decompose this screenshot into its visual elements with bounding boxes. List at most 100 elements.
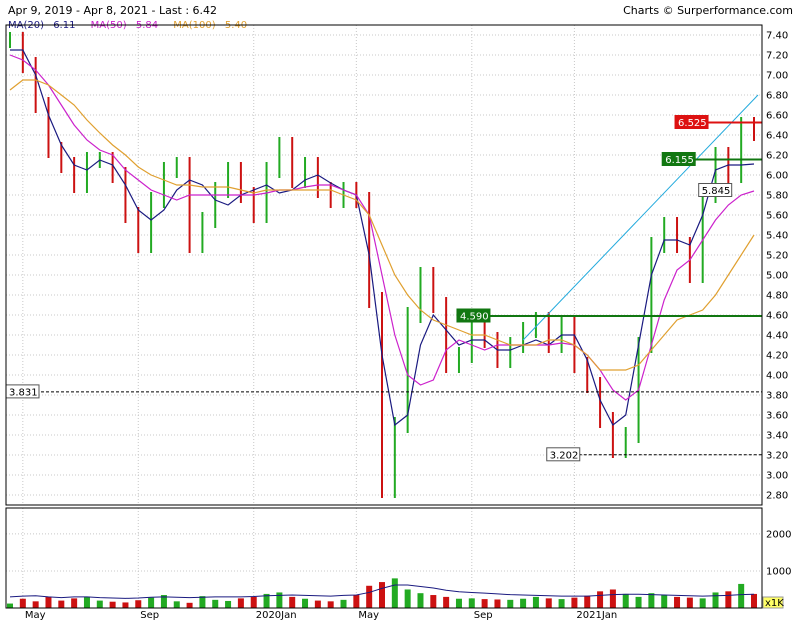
volume-bar <box>686 597 693 608</box>
volume-bar <box>327 601 334 608</box>
price-tick-label: 3.40 <box>766 431 788 442</box>
time-tick-label: May <box>25 610 46 621</box>
volume-bar <box>584 595 591 608</box>
volume-bar <box>751 593 757 608</box>
volume-bar <box>609 589 616 608</box>
price-series <box>9 32 759 498</box>
price-tick-label: 3.00 <box>766 471 788 482</box>
volume-bar <box>289 596 296 608</box>
volume-bar <box>558 599 565 608</box>
volume-bar <box>712 592 719 608</box>
volume-bar <box>366 585 373 608</box>
volume-bar <box>455 598 462 608</box>
volume-bar <box>7 603 13 608</box>
time-tick-label: 2020Jan <box>256 610 297 621</box>
volume-bar <box>379 582 385 608</box>
volume-bar <box>674 596 681 608</box>
volume-bar <box>186 602 193 608</box>
volume-bar <box>71 598 78 608</box>
volume-bar <box>545 598 552 608</box>
level-label: 5.845 <box>702 186 731 197</box>
volume-bar <box>32 601 39 608</box>
volume-bar <box>597 591 604 608</box>
volume-bar <box>738 583 745 608</box>
price-tick-label: 3.60 <box>766 411 788 422</box>
volume-bars <box>7 578 757 608</box>
price-panel-frame <box>5 24 763 506</box>
volume-tick-label: 1000 <box>766 566 791 577</box>
price-tick-label: 4.00 <box>766 371 788 382</box>
volume-bar <box>276 592 283 608</box>
volume-bar <box>494 599 501 608</box>
price-tick-label: 5.40 <box>766 231 788 242</box>
level-label: 3.202 <box>550 450 579 461</box>
price-tick-label: 5.00 <box>766 271 788 282</box>
volume-bar <box>148 597 155 608</box>
volume-bar <box>173 601 180 608</box>
volume-bar <box>532 596 539 608</box>
time-tick-label: Sep <box>140 610 159 621</box>
stock-chart: 6.5256.1555.8454.5903.8313.202 7.407.207… <box>5 24 791 621</box>
time-tick-label: May <box>358 610 379 621</box>
volume-bar <box>661 595 668 608</box>
volume-bar <box>648 593 655 608</box>
volume-bar <box>520 598 527 608</box>
volume-unit-label: x1K <box>765 598 784 609</box>
axes: 7.40 7.20 7.00 6.80 6.60 6.40 6.20 6.00 5.80 5.60… <box>5 24 791 621</box>
price-tick-label: 4.40 <box>766 331 788 342</box>
volume-bar <box>96 600 103 608</box>
price-tick-label: 2.80 <box>766 491 788 502</box>
price-tick-label: 5.80 <box>766 191 788 202</box>
volume-bar <box>699 598 706 608</box>
volume-bar <box>58 600 65 608</box>
price-tick-label: 6.80 <box>766 91 788 102</box>
level-label: 4.590 <box>460 312 489 323</box>
volume-bar <box>135 600 142 608</box>
time-tick-label: 2021Jan <box>576 610 617 621</box>
volume-bar <box>443 596 450 608</box>
price-tick-label: 6.40 <box>766 131 788 142</box>
price-tick-label: 4.80 <box>766 291 788 302</box>
volume-bar <box>725 591 732 608</box>
volume-bar <box>19 598 26 608</box>
volume-bar <box>45 596 52 608</box>
price-tick-label: 7.00 <box>766 71 788 82</box>
volume-bar <box>237 598 244 608</box>
volume-bar <box>212 599 219 608</box>
volume-tick-label: 2000 <box>766 529 791 540</box>
volume-bar <box>225 600 232 608</box>
price-tick-label: 3.20 <box>766 451 788 462</box>
volume-bar <box>83 596 90 608</box>
volume-bar <box>468 598 475 608</box>
volume-bar <box>122 602 129 608</box>
volume-bar <box>109 601 116 608</box>
volume-bar <box>391 578 398 608</box>
volume-bar <box>340 599 347 608</box>
price-tick-label: 4.20 <box>766 351 788 362</box>
price-tick-label: 7.40 <box>766 31 788 42</box>
price-tick-label: 6.60 <box>766 111 788 122</box>
level-label: 6.155 <box>665 155 694 166</box>
volume-bar <box>199 596 206 608</box>
volume-bar <box>430 595 437 608</box>
level-label: 6.525 <box>678 118 707 129</box>
volume-bar <box>622 593 629 608</box>
price-tick-label: 7.20 <box>766 51 788 62</box>
price-tick-label: 6.00 <box>766 171 788 182</box>
volume-bar <box>250 596 257 608</box>
price-tick-label: 4.60 <box>766 311 788 322</box>
volume-bar <box>635 596 642 608</box>
volume-bar <box>404 589 411 608</box>
volume-bar <box>571 597 578 608</box>
price-tick-label: 5.20 <box>766 251 788 262</box>
volume-bar <box>314 600 321 608</box>
price-tick-label: 6.20 <box>766 151 788 162</box>
volume-bar <box>353 595 360 608</box>
volume-bar <box>302 598 309 608</box>
volume-bar <box>507 599 514 608</box>
price-tick-label: 5.60 <box>766 211 788 222</box>
level-label: 3.831 <box>9 387 38 398</box>
price-tick-label: 3.80 <box>766 391 788 402</box>
time-tick-label: Sep <box>474 610 493 621</box>
volume-bar <box>417 593 424 608</box>
